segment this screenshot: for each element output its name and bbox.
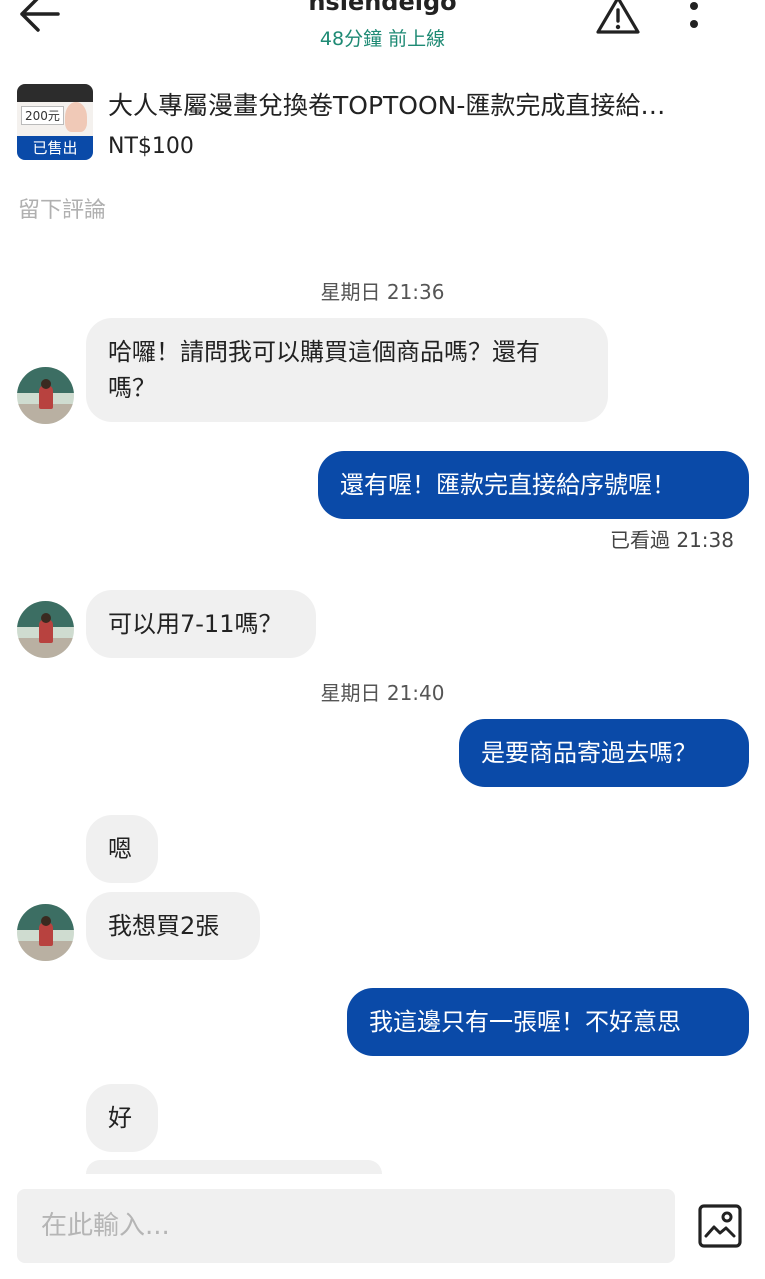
more-options-button[interactable] <box>680 0 708 38</box>
product-thumbnail[interactable]: 200元 已售出 <box>17 84 93 160</box>
image-upload-icon <box>698 1204 742 1248</box>
warning-triangle-icon <box>596 0 640 34</box>
message-bubble-incoming[interactable]: 哈囉！請問我可以購買這個商品嗎？還有嗎？ <box>86 318 608 422</box>
sold-badge: 已售出 <box>17 136 93 160</box>
avatar[interactable] <box>17 904 74 961</box>
message-bubble-incoming[interactable]: 好 <box>86 1084 158 1152</box>
message-bubble-incoming[interactable]: 嗯 <box>86 815 158 883</box>
send-image-button[interactable] <box>696 1202 744 1250</box>
more-vertical-icon <box>690 2 698 28</box>
report-button[interactable] <box>592 0 644 36</box>
chat-timestamp: 星期日 21:36 <box>320 280 445 304</box>
thumbnail-price-tag: 200元 <box>21 106 64 125</box>
online-status: 48分鐘 前上線 <box>319 28 446 50</box>
contact-name: hsiendeigo <box>308 0 457 16</box>
thumbnail-banner <box>17 84 93 102</box>
avatar[interactable] <box>17 601 74 658</box>
leave-review-link[interactable]: 留下評論 <box>18 192 106 224</box>
message-bubble-outgoing[interactable]: 我這邊只有一張喔！不好意思 <box>347 988 749 1056</box>
product-price: NT$100 <box>108 134 194 159</box>
message-bubble-incoming[interactable]: 可以用7-11嗎？ <box>86 590 316 658</box>
message-bubble-partial <box>86 1160 382 1174</box>
thumbnail-character <box>65 102 87 132</box>
message-input-container <box>17 1189 675 1263</box>
seen-receipt: 已看過 21:38 <box>610 528 734 552</box>
product-title[interactable]: 大人專屬漫畫兌換卷TOPTOON-匯款完成直接給… <box>108 86 738 122</box>
avatar[interactable] <box>17 367 74 424</box>
message-input[interactable] <box>17 1189 675 1263</box>
message-bubble-outgoing[interactable]: 還有喔！匯款完直接給序號喔！ <box>318 451 749 519</box>
message-bubble-incoming[interactable]: 我想買2張 <box>86 892 260 960</box>
chat-timestamp: 星期日 21:40 <box>320 681 445 705</box>
message-bubble-outgoing[interactable]: 是要商品寄過去嗎？ <box>459 719 749 787</box>
